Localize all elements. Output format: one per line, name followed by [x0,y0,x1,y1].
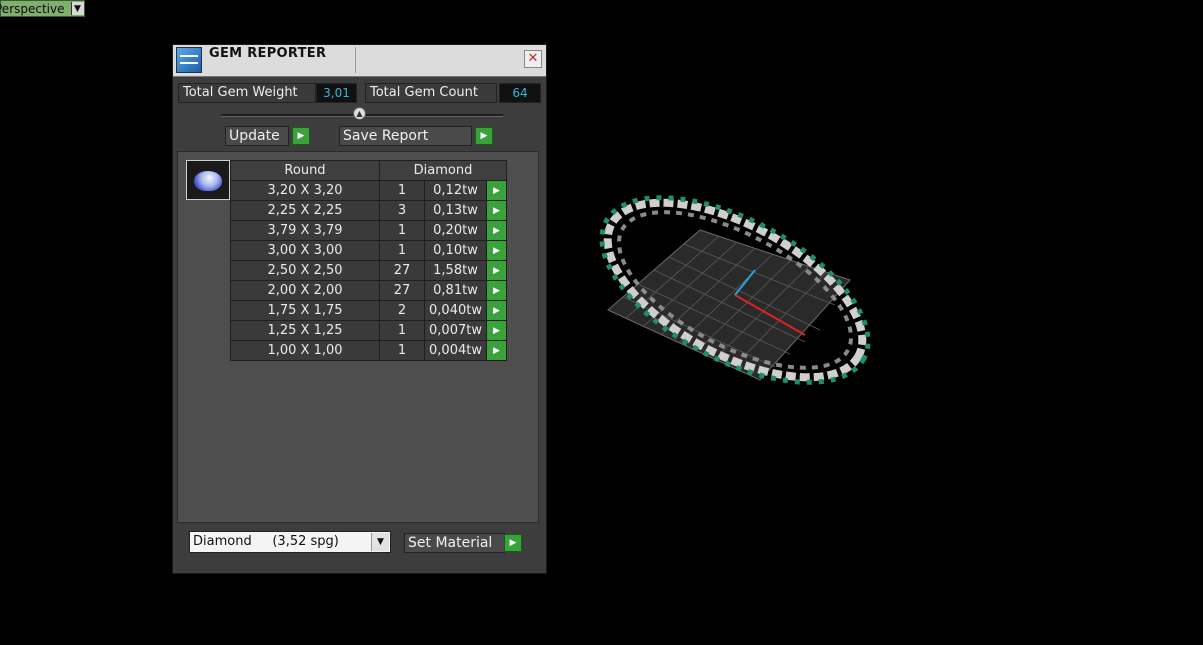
gem-weight: 0,20tw [424,220,487,241]
material-select[interactable]: Diamond (3,52 spg) ▼ [189,531,391,553]
collapse-toggle-icon[interactable]: ▲ [353,107,366,120]
select-gem-button[interactable]: ▶ [486,260,507,281]
update-button[interactable]: Update [225,126,289,146]
gem-size: 3,79 X 3,79 [230,220,380,241]
gem-count: 1 [379,220,425,241]
select-gem-button[interactable]: ▶ [486,320,507,341]
gem-table: Round Diamond 3,20 X 3,20 1 0,12tw ▶ 2,2… [230,160,507,361]
table-row: 3,00 X 3,00 1 0,10tw ▶ [230,240,507,261]
total-count-value: 64 [499,83,541,103]
table-row: 1,25 X 1,25 1 0,007tw ▶ [230,320,507,341]
chevron-down-icon[interactable]: ▼ [70,2,84,15]
close-button[interactable]: ✕ [524,50,542,68]
material-select-value: Diamond (3,52 spg) [193,534,339,549]
gem-size: 1,00 X 1,00 [230,340,380,361]
set-material-button[interactable]: Set Material [404,533,505,553]
select-gem-button[interactable]: ▶ [486,200,507,221]
set-material-go-button[interactable]: ▶ [504,534,522,552]
viewport-name: Perspective [0,1,65,16]
select-gem-button[interactable]: ▶ [486,280,507,301]
gem-count: 1 [379,320,425,341]
gem-weight: 0,10tw [424,240,487,261]
header-material: Diamond [379,160,507,181]
save-report-go-button[interactable]: ▶ [475,127,493,145]
total-count-label: Total Gem Count [365,83,497,103]
gem-weight: 0,12tw [424,180,487,201]
select-gem-button[interactable]: ▶ [486,220,507,241]
gem-weight: 0,040tw [424,300,487,321]
save-report-label: Save Report [343,128,429,144]
select-gem-button[interactable]: ▶ [486,240,507,261]
table-row: 3,79 X 3,79 1 0,20tw ▶ [230,220,507,241]
set-material-label: Set Material [408,535,493,551]
gem-size: 2,25 X 2,25 [230,200,380,221]
panel-title: GEM REPORTER [209,46,327,61]
total-weight-label: Total Gem Weight [178,83,316,103]
gem-weight: 0,13tw [424,200,487,221]
title-bar[interactable]: GEM REPORTER ✕ [173,45,546,77]
save-report-button[interactable]: Save Report [339,126,472,146]
title-divider [355,47,356,73]
gem-size: 3,20 X 3,20 [230,180,380,201]
table-row: 2,25 X 2,25 3 0,13tw ▶ [230,200,507,221]
select-gem-button[interactable]: ▶ [486,300,507,321]
update-go-button[interactable]: ▶ [292,127,310,145]
header-shape: Round [230,160,380,181]
select-gem-button[interactable]: ▶ [486,180,507,201]
gem-weight: 0,81tw [424,280,487,301]
gem-count: 2 [379,300,425,321]
update-label: Update [229,128,280,144]
table-row: 3,20 X 3,20 1 0,12tw ▶ [230,180,507,201]
table-row: 1,75 X 1,75 2 0,040tw ▶ [230,300,507,321]
gem-size: 2,00 X 2,00 [230,280,380,301]
gem-count: 3 [379,200,425,221]
gem-count: 1 [379,340,425,361]
gem-weight: 0,007tw [424,320,487,341]
table-row: 1,00 X 1,00 1 0,004tw ▶ [230,340,507,361]
gem-count: 1 [379,240,425,261]
viewport-label[interactable]: Perspective ▼ [0,0,85,17]
gem-table-area: Round Diamond 3,20 X 3,20 1 0,12tw ▶ 2,2… [177,151,539,523]
gem-weight: 1,58tw [424,260,487,281]
ring-3d-viewport[interactable] [580,150,900,430]
table-row: 2,50 X 2,50 27 1,58tw ▶ [230,260,507,281]
gem-count: 27 [379,280,425,301]
gem-size: 2,50 X 2,50 [230,260,380,281]
table-row: 2,00 X 2,00 27 0,81tw ▶ [230,280,507,301]
gem-size: 1,75 X 1,75 [230,300,380,321]
gem-size: 3,00 X 3,00 [230,240,380,261]
total-weight-value: 3,01 [316,83,357,103]
select-gem-button[interactable]: ▶ [486,340,507,361]
gem-reporter-panel: GEM REPORTER ✕ Total Gem Weight 3,01 Tot… [172,44,547,574]
gem-count: 1 [379,180,425,201]
gem-size: 1,25 X 1,25 [230,320,380,341]
app-logo-icon [176,47,202,73]
chevron-down-icon[interactable]: ▼ [371,533,389,551]
gem-count: 27 [379,260,425,281]
gem-weight: 0,004tw [424,340,487,361]
round-diamond-icon[interactable] [186,160,230,200]
